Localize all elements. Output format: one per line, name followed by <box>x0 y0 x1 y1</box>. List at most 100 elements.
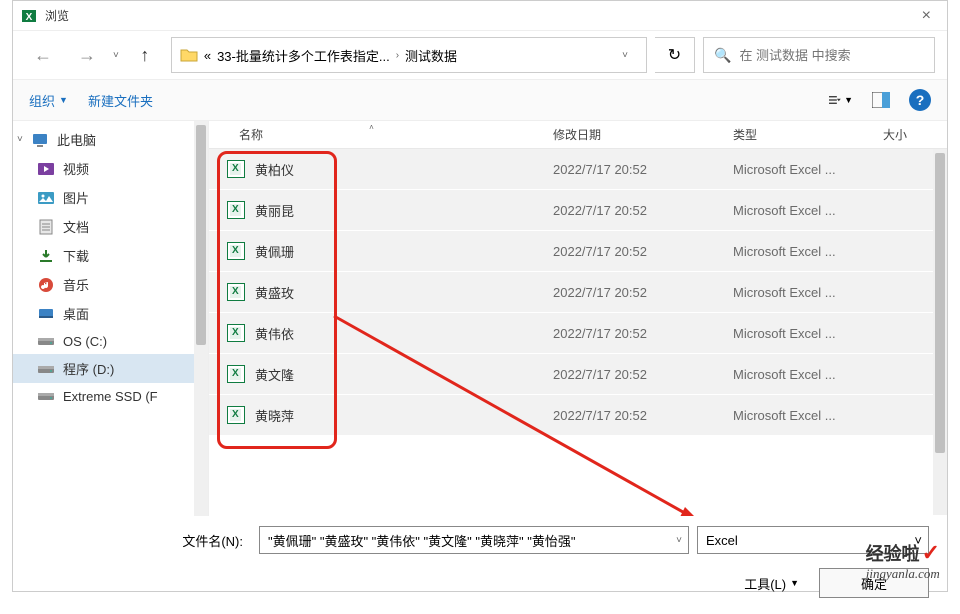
sidebar-item-label: 此电脑 <box>57 130 96 149</box>
sidebar-item-label: 下载 <box>63 246 89 265</box>
filename-label: 文件名(N): <box>31 531 251 550</box>
dialog-body: ˅此电脑视频图片文档下载音乐桌面 OS (C:) 程序 (D:) Extreme SS… <box>13 121 947 516</box>
sidebar-item-label: 文档 <box>63 217 89 236</box>
filename-combo[interactable]: "黄佩珊" "黄盛玫" "黄伟依" "黄文隆" "黄晓萍" "黄怡强"˅ <box>259 526 689 554</box>
drive-icon <box>37 333 55 349</box>
file-date: 2022/7/17 20:52 <box>535 244 715 259</box>
close-button[interactable]: × <box>914 7 939 25</box>
file-type: Microsoft Excel ... <box>715 203 865 218</box>
up-button[interactable]: ↑ <box>127 39 163 71</box>
pc-icon <box>31 132 49 148</box>
organize-menu[interactable]: 组织 ▼ <box>29 91 68 110</box>
file-row[interactable]: 黄盛玫2022/7/17 20:52Microsoft Excel ... <box>209 272 947 313</box>
sidebar-item[interactable]: 下载 <box>13 241 208 270</box>
sidebar-item[interactable]: OS (C:) <box>13 328 208 354</box>
sidebar-item[interactable]: Extreme SSD (F <box>13 383 208 409</box>
new-folder-button[interactable]: 新建文件夹 <box>88 91 153 110</box>
sidebar-item-label: 音乐 <box>63 275 89 294</box>
recent-dropdown[interactable]: ˅ <box>113 50 119 61</box>
pic-icon <box>37 190 55 206</box>
forward-button[interactable]: → <box>69 39 105 71</box>
file-type: Microsoft Excel ... <box>715 244 865 259</box>
view-options-button[interactable]: ▼ <box>829 88 853 112</box>
file-name: 黄文隆 <box>255 365 294 384</box>
sidebar-item[interactable]: 音乐 <box>13 270 208 299</box>
file-row[interactable]: 黄文隆 2022/7/17 20:52Microsoft Excel ... <box>209 354 947 395</box>
toolbar: 组织 ▼ 新建文件夹 ▼ ? <box>13 79 947 121</box>
col-date[interactable]: 修改日期 <box>535 121 715 148</box>
file-date: 2022/7/17 20:52 <box>535 203 715 218</box>
drive-icon <box>37 388 55 404</box>
sidebar-item[interactable]: 图片 <box>13 183 208 212</box>
sidebar-item[interactable]: 桌面 <box>13 299 208 328</box>
sidebar-item-label: 图片 <box>63 188 89 207</box>
titlebar: X 浏览 × <box>13 1 947 31</box>
sidebar-item-label: Extreme SSD (F <box>63 389 158 404</box>
file-type: Microsoft Excel ... <box>715 162 865 177</box>
col-name[interactable]: 名称˄ <box>209 121 535 148</box>
window-title: 浏览 <box>45 7 914 24</box>
file-date: 2022/7/17 20:52 <box>535 408 715 423</box>
dl-icon <box>37 248 55 264</box>
file-type: Microsoft Excel ... <box>715 367 865 382</box>
sidebar-item[interactable]: ˅此电脑 <box>13 125 208 154</box>
file-name: 黄柏仪 <box>255 160 294 179</box>
desk-icon <box>37 306 55 322</box>
sidebar: ˅此电脑视频图片文档下载音乐桌面 OS (C:) 程序 (D:) Extreme SS… <box>13 121 209 516</box>
watermark: 经验啦✓ jingyanla.com <box>866 540 940 582</box>
sidebar-item-label: 桌面 <box>63 304 89 323</box>
excel-file-icon <box>227 365 245 383</box>
sidebar-item-label: 程序 (D:) <box>63 359 114 378</box>
excel-file-icon <box>227 160 245 178</box>
file-row[interactable]: 黄丽昆 2022/7/17 20:52Microsoft Excel ... <box>209 190 947 231</box>
back-button[interactable]: ← <box>25 39 61 71</box>
sidebar-scrollbar[interactable] <box>194 121 208 516</box>
drive-icon <box>37 361 55 377</box>
sidebar-item[interactable]: 文档 <box>13 212 208 241</box>
breadcrumb-seg1[interactable]: 33-批量统计多个工作表指定... <box>217 46 390 65</box>
help-button[interactable]: ? <box>909 89 931 111</box>
excel-file-icon <box>227 201 245 219</box>
file-row[interactable]: 黄晓萍 2022/7/17 20:52Microsoft Excel ... <box>209 395 947 436</box>
breadcrumb[interactable]: « 33-批量统计多个工作表指定... › 测试数据 ˅ <box>171 37 647 73</box>
sidebar-item[interactable]: 程序 (D:) <box>13 354 208 383</box>
breadcrumb-dropdown[interactable]: ˅ <box>612 50 638 61</box>
file-row[interactable]: 黄佩珊 2022/7/17 20:52Microsoft Excel ... <box>209 231 947 272</box>
excel-file-icon <box>227 242 245 260</box>
column-headers: 名称˄ 修改日期 类型 大小 <box>209 121 947 149</box>
file-type: Microsoft Excel ... <box>715 408 865 423</box>
doc-icon <box>37 219 55 235</box>
breadcrumb-chevrons: « <box>204 48 211 63</box>
col-type[interactable]: 类型 <box>715 121 865 148</box>
tools-menu[interactable]: 工具(L) ▼ <box>744 574 799 593</box>
file-type: Microsoft Excel ... <box>715 285 865 300</box>
file-list: 黄柏仪2022/7/17 20:52Microsoft Excel ...黄丽昆… <box>209 149 947 516</box>
file-name: 黄佩珊 <box>255 242 294 261</box>
search-input[interactable] <box>739 48 924 63</box>
filepane-scrollbar[interactable] <box>933 149 947 515</box>
excel-file-icon <box>227 324 245 342</box>
sidebar-item[interactable]: 视频 <box>13 154 208 183</box>
preview-pane-button[interactable] <box>869 88 893 112</box>
breadcrumb-sep: › <box>396 50 399 61</box>
refresh-button[interactable]: ↻ <box>655 37 695 73</box>
file-name: 黄晓萍 <box>255 406 294 425</box>
excel-app-icon: X <box>21 8 37 24</box>
excel-file-icon <box>227 406 245 424</box>
file-date: 2022/7/17 20:52 <box>535 367 715 382</box>
file-row[interactable]: 黄柏仪 2022/7/17 20:52Microsoft Excel ... <box>209 149 947 190</box>
col-size[interactable]: 大小 <box>865 121 947 148</box>
folder-icon <box>180 48 198 62</box>
search-icon: 🔍 <box>714 47 731 64</box>
file-dialog: X 浏览 × ← → ˅ ↑ « 33-批量统计多个工作表指定... › 测试数… <box>12 0 948 592</box>
svg-text:X: X <box>26 12 33 23</box>
file-row[interactable]: 黄伟依2022/7/17 20:52Microsoft Excel ... <box>209 313 947 354</box>
file-date: 2022/7/17 20:52 <box>535 326 715 341</box>
search-box[interactable]: 🔍 <box>703 37 935 73</box>
breadcrumb-seg2[interactable]: 测试数据 <box>405 46 457 65</box>
excel-file-icon <box>227 283 245 301</box>
file-name: 黄盛玫 <box>255 283 294 302</box>
file-name: 黄丽昆 <box>255 201 294 220</box>
file-date: 2022/7/17 20:52 <box>535 162 715 177</box>
music-icon <box>37 277 55 293</box>
